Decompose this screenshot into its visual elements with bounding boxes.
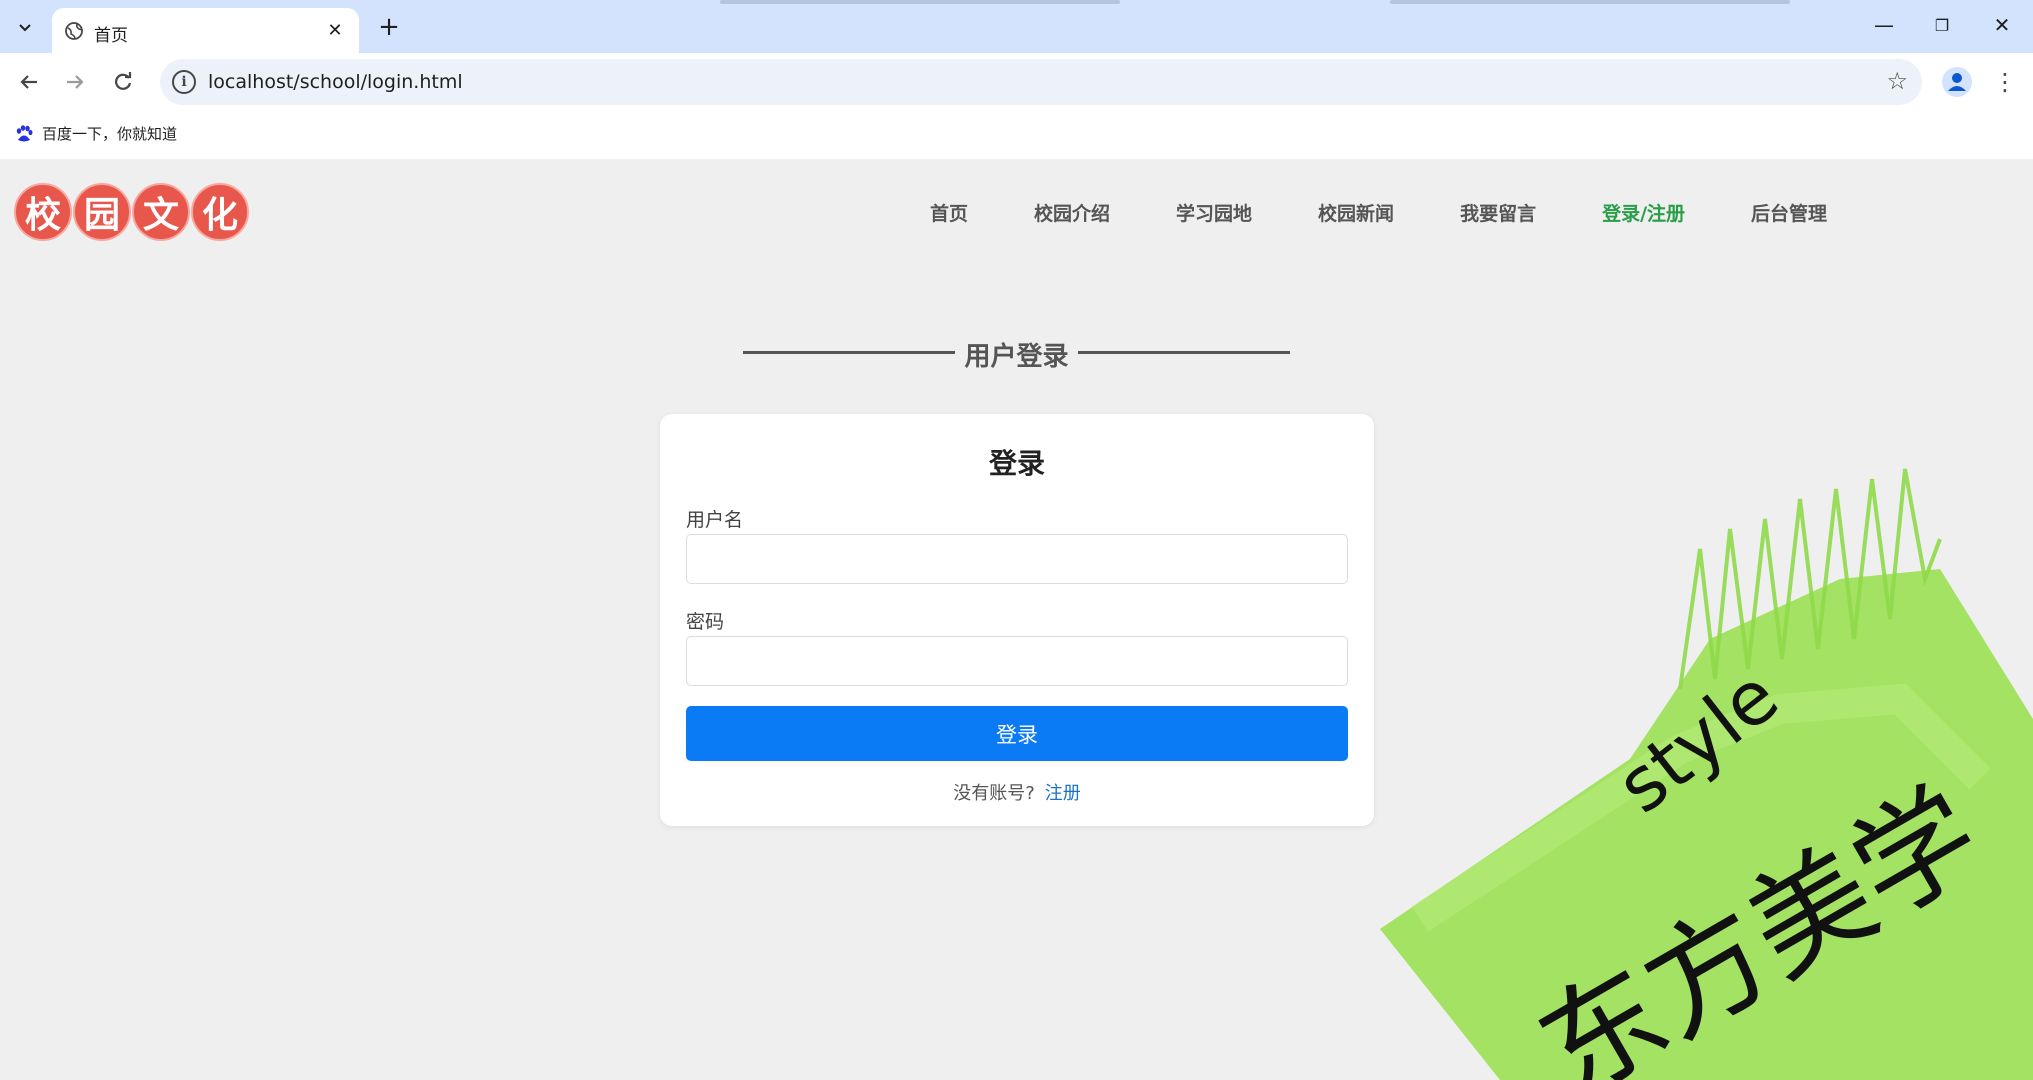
login-card-title: 登录 (988, 447, 1045, 480)
register-prompt: 没有账号? 注册 (660, 779, 1374, 805)
more-vert-icon: ⋮ (1993, 68, 2017, 96)
bookmark-baidu[interactable]: 百度一下，你就知道 (14, 123, 177, 144)
bookmark-star-icon[interactable]: ☆ (1886, 67, 1908, 95)
close-tab-button[interactable]: ✕ (323, 18, 347, 42)
password-input[interactable] (686, 636, 1348, 686)
address-bar[interactable]: i localhost/school/login.html ☆ (160, 59, 1922, 105)
restore-icon: ❐ (1934, 15, 1950, 35)
nav-admin[interactable]: 后台管理 (1751, 199, 1827, 226)
nav-home[interactable]: 首页 (930, 199, 968, 226)
restore-button[interactable]: ❐ (1920, 8, 1964, 42)
arrow-right-icon (67, 75, 84, 89)
browser-toolbar: i localhost/school/login.html ☆ ⋮ (0, 53, 2033, 111)
nav-login-register[interactable]: 登录/注册 (1602, 199, 1685, 226)
nav-study-area[interactable]: 学习园地 (1176, 199, 1252, 226)
forward-button[interactable] (58, 65, 92, 99)
logo-char: 园 (73, 183, 131, 241)
logo-char: 文 (132, 183, 190, 241)
reload-icon (115, 72, 132, 90)
browser-tab-active[interactable]: 首页 ✕ (52, 8, 359, 53)
site-logo[interactable]: 校 园 文 化 (14, 183, 249, 241)
chevron-down-icon (19, 24, 31, 32)
close-window-button[interactable]: ✕ (1980, 8, 2024, 42)
page-viewport: 校 园 文 化 首页 校园介绍 学习园地 校园新闻 我要留言 登录/注册 后台管… (0, 159, 2033, 1080)
close-icon: ✕ (1993, 13, 2011, 37)
back-button[interactable] (12, 65, 46, 99)
background-window-edge (1390, 0, 1790, 4)
nav-leave-message[interactable]: 我要留言 (1460, 199, 1536, 226)
close-icon: ✕ (327, 19, 343, 41)
profile-avatar-icon[interactable] (1940, 65, 1974, 99)
tab-title: 首页 (94, 26, 128, 46)
section-title-text: 用户登录 (964, 342, 1069, 372)
no-account-text: 没有账号? (953, 783, 1035, 804)
arrow-left-icon (20, 75, 37, 89)
nav-campus-intro[interactable]: 校园介绍 (1034, 199, 1110, 226)
tab-search-button[interactable] (8, 10, 42, 44)
title-divider-right (1078, 351, 1290, 354)
minimize-button[interactable]: — (1862, 8, 1906, 42)
background-window-edge (720, 0, 1120, 4)
section-title: 用户登录 (743, 332, 1290, 372)
plus-icon: + (378, 12, 400, 42)
register-link[interactable]: 注册 (1045, 783, 1081, 804)
logo-char: 校 (14, 183, 72, 241)
address-url[interactable]: localhost/school/login.html (208, 71, 463, 93)
new-tab-button[interactable]: + (372, 10, 406, 44)
nav-campus-news[interactable]: 校园新闻 (1318, 199, 1394, 226)
minimize-icon: — (1874, 13, 1894, 37)
login-button[interactable]: 登录 (686, 706, 1348, 761)
bookmark-label: 百度一下，你就知道 (42, 125, 178, 143)
decorative-style-sticker: style 东方美学 (1380, 468, 2033, 1080)
password-label: 密码 (686, 611, 725, 633)
globe-icon (65, 22, 83, 40)
baidu-paw-icon (16, 124, 33, 141)
login-card: 登录 用户名 密码 登录 没有账号? 注册 (660, 414, 1374, 826)
username-input[interactable] (686, 534, 1348, 584)
reload-button[interactable] (106, 65, 140, 99)
bookmarks-bar: 百度一下，你就知道 (0, 111, 2033, 159)
site-nav: 首页 校园介绍 学习园地 校园新闻 我要留言 登录/注册 后台管理 (930, 199, 1893, 226)
site-info-icon[interactable]: i (172, 70, 196, 94)
browser-menu-button[interactable]: ⋮ (1990, 65, 2020, 99)
browser-tab-bar: 首页 ✕ + — ❐ ✕ (0, 0, 2033, 53)
username-label: 用户名 (686, 509, 744, 531)
logo-char: 化 (191, 183, 249, 241)
